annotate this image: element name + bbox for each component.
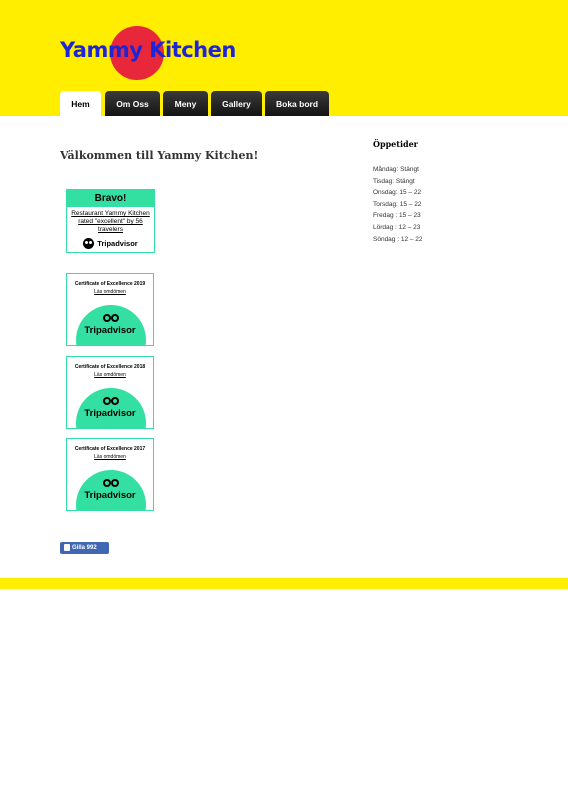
facebook-like-label: Gilla 992: [72, 545, 97, 551]
nav-item-meny[interactable]: Meny: [163, 91, 208, 116]
hours-row: Fredag : 15 – 23: [373, 212, 421, 220]
bravo-brand: Tripadvisor: [67, 238, 154, 249]
nav-item-om-oss[interactable]: Om Oss: [105, 91, 160, 116]
certificate-2018[interactable]: Certificate of Excellence 2018 Läs omdöm…: [66, 356, 154, 429]
certificate-brand: Tripadvisor: [84, 408, 136, 419]
certificate-2019[interactable]: Certificate of Excellence 2019 Läs omdöm…: [66, 273, 154, 346]
opening-hours-title: Öppetider: [373, 139, 418, 149]
certificate-brand: Tripadvisor: [84, 490, 136, 501]
hours-row: Tisdag: Stängt: [373, 177, 415, 185]
tripadvisor-owl-icon: [83, 238, 95, 249]
site-logo[interactable]: Yammy Kitchen: [60, 24, 236, 84]
read-reviews-link[interactable]: Läs omdömen: [67, 454, 153, 460]
read-reviews-link[interactable]: Läs omdömen: [67, 289, 153, 295]
tripadvisor-bravo-widget[interactable]: Bravo! Restaurant Yammy Kitchen rated "e…: [66, 189, 155, 253]
nav-item-hem[interactable]: Hem: [60, 91, 101, 116]
hours-row: Lördag : 12 – 23: [373, 223, 421, 231]
certificate-title: Certificate of Excellence 2018: [74, 364, 146, 370]
opening-hours: Öppetider Måndag: Stängt Tisdag: Stängt …: [373, 139, 423, 245]
certificate-title: Certificate of Excellence 2019: [74, 281, 146, 287]
certificate-title: Certificate of Excellence 2017: [74, 446, 146, 452]
hours-row: Söndag : 12 – 22: [373, 235, 423, 243]
facebook-like-button[interactable]: Gilla 992: [60, 542, 109, 554]
site-header: Yammy Kitchen Hem Om Oss Meny Gallery Bo…: [0, 0, 568, 116]
nav-item-gallery[interactable]: Gallery: [211, 91, 262, 116]
site-footer-bar: [0, 578, 568, 589]
bravo-title: Bravo!: [67, 190, 154, 207]
nav-item-boka-bord[interactable]: Boka bord: [265, 91, 329, 116]
bravo-brand-label: Tripadvisor: [97, 239, 138, 248]
welcome-heading: Välkommen till Yammy Kitchen!: [60, 149, 259, 162]
certificate-brand: Tripadvisor: [84, 325, 136, 336]
certificate-2017[interactable]: Certificate of Excellence 2017 Läs omdöm…: [66, 438, 154, 511]
thumbs-up-icon: [64, 544, 70, 551]
tripadvisor-owl-icon: [103, 397, 119, 405]
tripadvisor-owl-icon: [103, 314, 119, 322]
hours-row: Onsdag: 15 – 22: [373, 189, 422, 197]
hours-row: Måndag: Stängt: [373, 166, 419, 173]
bravo-message[interactable]: Restaurant Yammy Kitchen rated "excellen…: [67, 210, 154, 234]
read-reviews-link[interactable]: Läs omdömen: [67, 372, 153, 378]
logo-text: Yammy Kitchen: [60, 38, 236, 62]
hours-row: Torsdag: 15 – 22: [373, 200, 422, 208]
opening-hours-list: Måndag: Stängt Tisdag: Stängt Onsdag: 15…: [373, 164, 423, 245]
tripadvisor-owl-icon: [103, 479, 119, 487]
